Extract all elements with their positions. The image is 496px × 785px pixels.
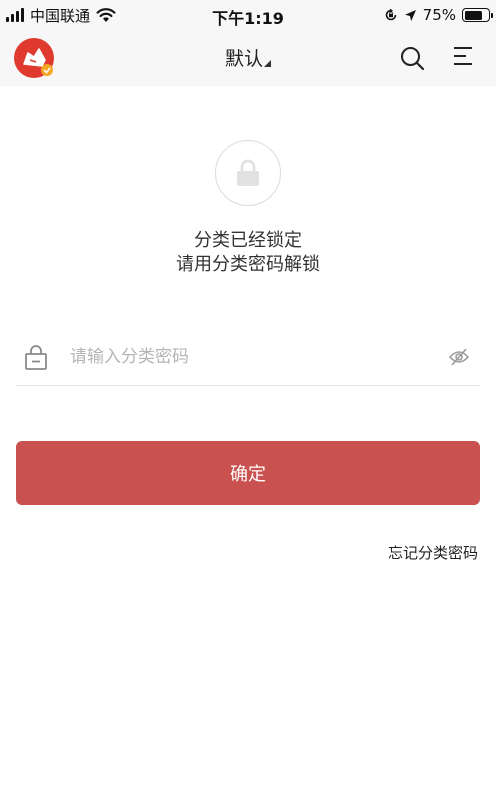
status-right: 75% xyxy=(384,6,493,24)
nav-title: 默认 xyxy=(224,48,263,70)
caret-down-icon xyxy=(264,60,271,67)
hide-password-icon[interactable] xyxy=(448,346,470,368)
location-icon xyxy=(404,9,416,21)
password-lock-icon xyxy=(25,345,47,370)
menu-icon[interactable] xyxy=(452,46,474,66)
password-row xyxy=(16,332,480,386)
lock-message-secondary: 请用分类密码解锁 xyxy=(176,254,320,275)
battery-icon xyxy=(462,8,493,22)
lock-message-primary: 分类已经锁定 xyxy=(194,230,302,251)
status-bar: 中国联通 下午1:19 75% xyxy=(0,0,496,30)
password-input[interactable] xyxy=(70,342,430,372)
battery-percent: 75% xyxy=(422,6,456,24)
lock-indicator xyxy=(215,140,281,206)
nav-bar: 默认 xyxy=(0,30,496,86)
forgot-password-link[interactable]: 忘记分类密码 xyxy=(388,542,478,563)
battery-level xyxy=(464,10,482,20)
lock-icon xyxy=(237,159,259,186)
orientation-lock-icon xyxy=(385,8,396,21)
confirm-button[interactable]: 确定 xyxy=(16,441,480,505)
search-icon[interactable] xyxy=(399,45,425,71)
